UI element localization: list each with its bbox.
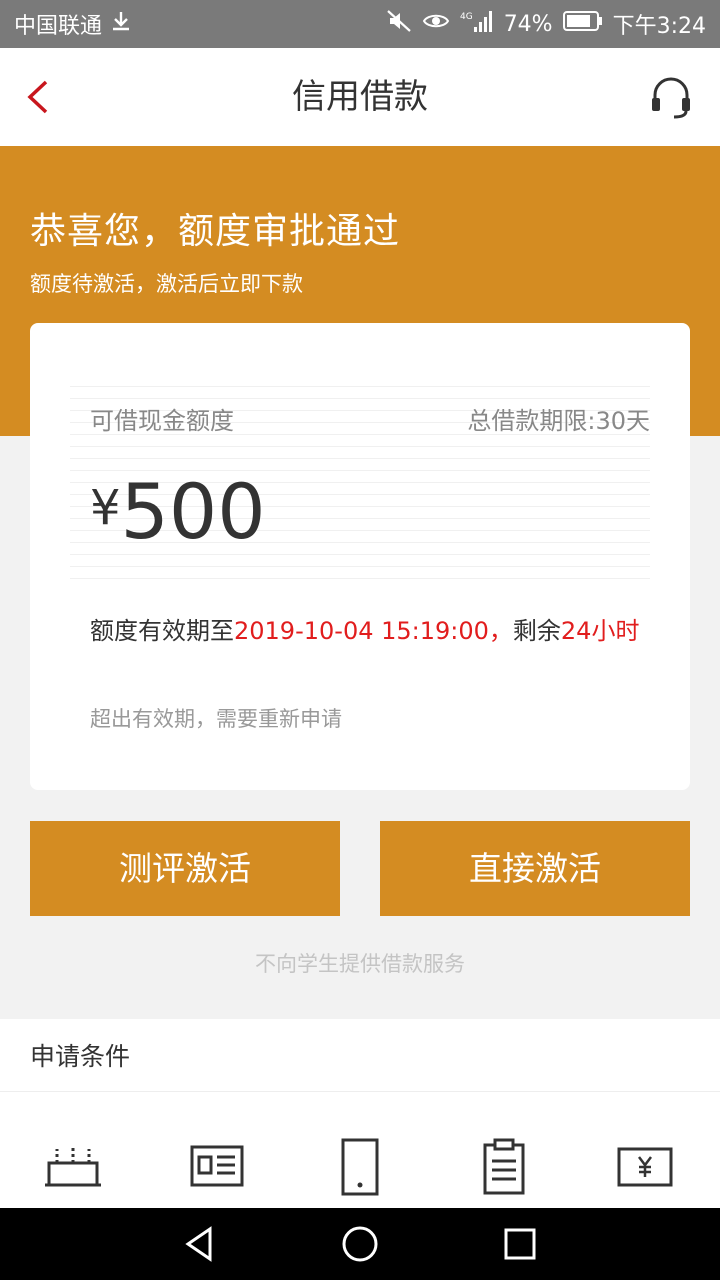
status-bar: 中国联通 4G 74% 下午3:24	[0, 0, 720, 48]
svg-text:4G: 4G	[460, 12, 473, 22]
nav-back-button[interactable]	[180, 1224, 220, 1264]
back-button[interactable]	[22, 74, 62, 120]
nav-home-button[interactable]	[340, 1224, 380, 1264]
application-conditions: 申请条件	[0, 1019, 720, 1208]
validity-prefix: 额度有效期至	[90, 617, 234, 645]
nav-recents-button[interactable]	[500, 1224, 540, 1264]
quota-box: 可借现金额度 总借款期限:30天 ¥500	[70, 375, 650, 580]
battery-percent: 74%	[503, 11, 553, 37]
circle-home-icon	[342, 1226, 378, 1262]
page-title: 信用借款	[292, 77, 428, 117]
conditions-icons	[0, 1137, 720, 1197]
expire-note: 超出有效期，需要重新申请	[90, 707, 342, 731]
phone-icon	[330, 1137, 390, 1197]
approval-subtitle: 额度待激活，激活后立即下款	[30, 272, 303, 296]
loan-term-label: 总借款期限:30天	[467, 407, 650, 435]
amount-value: 500	[120, 467, 266, 556]
app-header: 信用借款	[0, 48, 720, 146]
download-icon	[110, 10, 132, 38]
customer-service-button[interactable]	[648, 74, 694, 120]
clipboard-icon	[474, 1137, 534, 1197]
student-notice: 不向学生提供借款服务	[255, 952, 465, 976]
validity-remaining-label: 剩余	[512, 617, 561, 645]
id-card-icon	[187, 1137, 247, 1197]
battery-icon	[562, 10, 603, 38]
bank-card-icon	[615, 1137, 675, 1197]
quota-amount: ¥500	[90, 467, 266, 556]
router-icon	[43, 1137, 103, 1197]
validity-text: 额度有效期至2019-10-04 15:19:00，剩余24小时	[90, 615, 650, 648]
chevron-left-icon	[27, 80, 48, 114]
headset-icon	[652, 77, 690, 119]
validity-remaining: 24小时	[560, 617, 640, 645]
approval-title: 恭喜您，额度审批通过	[30, 211, 401, 252]
currency-symbol: ¥	[90, 480, 121, 536]
quota-label: 可借现金额度	[90, 407, 234, 435]
signal-icon: 4G	[460, 9, 494, 39]
eye-icon	[422, 11, 450, 37]
carrier-label: 中国联通	[14, 14, 103, 39]
evaluate-activate-button[interactable]: 测评激活	[30, 821, 340, 916]
square-recents-icon	[504, 1228, 536, 1260]
quota-card: 可借现金额度 总借款期限:30天 ¥500 额度有效期至2019-10-04 1…	[30, 323, 690, 790]
conditions-title: 申请条件	[30, 1042, 131, 1071]
validity-date: 2019-10-04 15:19:00，	[234, 617, 513, 645]
mute-icon	[386, 9, 412, 39]
triangle-back-icon	[185, 1226, 212, 1262]
divider	[0, 1091, 720, 1092]
direct-activate-button[interactable]: 直接激活	[380, 821, 690, 916]
clock: 下午3:24	[612, 14, 706, 39]
system-nav-bar	[0, 1208, 720, 1280]
